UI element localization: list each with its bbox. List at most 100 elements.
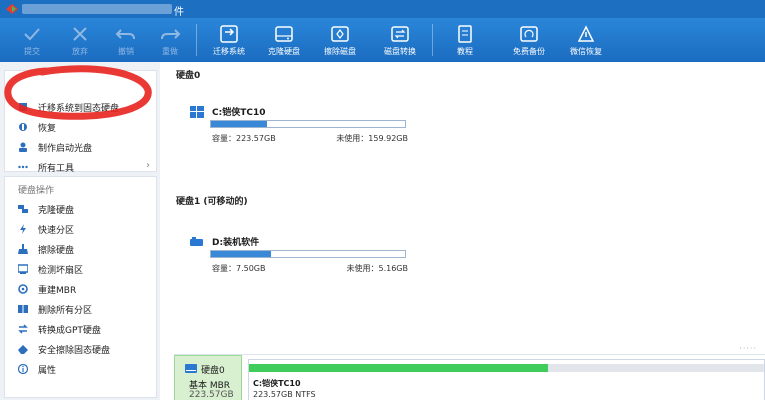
undo-icon <box>115 29 135 40</box>
check-icon <box>24 28 40 41</box>
redo-button[interactable]: 重做 <box>152 18 188 62</box>
windows-icon <box>190 106 204 118</box>
undo-button[interactable]: 撤销 <box>108 18 144 62</box>
bootable-media-icon <box>19 142 27 152</box>
sidebar-item-quick-partition[interactable]: 快速分区 <box>5 219 156 239</box>
clone-disk-button[interactable]: 克隆硬盘 <box>262 18 306 62</box>
sidebar-item-delete-all-partitions[interactable]: 删除所有分区 <box>5 299 156 319</box>
partition-card-d[interactable]: D:装机软件 容量：7.50GB 未使用：5.16GB <box>182 230 408 280</box>
migrate-os-button[interactable]: 迁移系统 <box>206 18 252 62</box>
redo-icon <box>161 29 181 40</box>
sidebar-item-label: 转换成GPT硬盘 <box>38 326 101 336</box>
partition-name: D:装机软件 <box>212 238 260 248</box>
window-title: 件 <box>174 7 184 18</box>
disk-convert-label: 磁盘转换 <box>384 47 416 56</box>
partition-free-space: 未使用：5.16GB <box>346 264 409 273</box>
partition-capacity: 容量：223.57GB <box>212 134 276 143</box>
disk-map-disk-cell[interactable]: 硬盘0 基本 MBR 223.57GB <box>174 355 242 400</box>
sidebar-item-all-tools[interactable]: 所有工具 › <box>5 157 156 174</box>
disk-map-partition-c[interactable]: C:铠侠TC10 223.57GB NTFS <box>248 359 765 400</box>
clone-disk-icon <box>275 26 293 42</box>
sidebar-item-bootable-media[interactable]: 制作启动光盘 <box>5 137 156 157</box>
partition-card-c[interactable]: C:铠侠TC10 容量：223.57GB 未使用：159.92GB <box>182 100 408 150</box>
usage-bar-fill <box>211 251 272 257</box>
sidebar-item-label: 迁移系统到固态硬盘 <box>38 104 120 114</box>
sidebar-item-recover[interactable]: 恢复 <box>5 117 156 137</box>
section-heading: 硬盘操作 <box>18 186 55 196</box>
sidebar-item-rebuild-mbr[interactable]: 重建MBR <box>5 279 156 299</box>
wechat-recovery-label: 微信恢复 <box>570 47 602 56</box>
migrate-os-label: 迁移系统 <box>213 47 245 56</box>
disk-map-usage-fill <box>249 364 548 372</box>
info-icon <box>18 364 28 374</box>
wipe-disk-icon <box>331 26 349 42</box>
sidebar-item-label: 检测坏扇区 <box>38 266 84 276</box>
sidebar-item-label: 重建MBR <box>38 286 77 296</box>
usage-bar-fill <box>211 121 268 127</box>
commit-button[interactable]: 提交 <box>14 18 50 62</box>
disk-convert-button[interactable]: 磁盘转换 <box>378 18 422 62</box>
wipe-disk-button[interactable]: 擦除磁盘 <box>318 18 362 62</box>
sidebar-item-bad-sector[interactable]: 检测坏扇区 <box>5 259 156 279</box>
app-logo-icon <box>6 4 18 14</box>
redo-label: 重做 <box>162 47 178 56</box>
partition-free-space: 未使用：159.92GB <box>336 134 408 143</box>
commit-label: 提交 <box>24 47 40 56</box>
sidebar-item-label: 擦除硬盘 <box>38 246 75 256</box>
usage-bar <box>210 250 406 258</box>
disk-map-usage-bar <box>249 364 764 372</box>
recover-icon <box>19 123 27 131</box>
sidebar-item-label: 快速分区 <box>38 226 75 236</box>
sidebar-item-migrate-os[interactable]: 迁移系统到固态硬盘 <box>5 97 156 117</box>
sidebar-item-clone-disk[interactable]: 克隆硬盘 <box>5 199 156 219</box>
sidebar-item-label: 所有工具 <box>38 164 75 174</box>
sidebar-item-label: 安全擦除固态硬盘 <box>38 346 111 356</box>
splitter-grip[interactable]: ····· <box>739 344 757 353</box>
wechat-recovery-button[interactable]: 微信恢复 <box>566 18 606 62</box>
rebuild-mbr-icon <box>18 284 28 294</box>
partition-capacity: 容量：7.50GB <box>212 264 266 273</box>
migrate-os-icon <box>220 25 238 43</box>
cancel-icon <box>73 27 87 41</box>
tutorial-label: 教程 <box>457 47 473 56</box>
toolbar-separator <box>432 24 433 56</box>
clone-icon <box>18 205 28 213</box>
disk-map-name: 硬盘0 <box>201 366 225 376</box>
disk-title: 硬盘1 (可移动的) <box>176 197 248 207</box>
usb-drive-icon <box>190 237 203 246</box>
sidebar-item-label: 删除所有分区 <box>38 306 93 316</box>
sidebar-item-label: 恢复 <box>38 124 57 134</box>
sidebar-item-label: 属性 <box>38 366 57 376</box>
convert-gpt-icon <box>18 324 28 334</box>
quick-partition-icon <box>20 224 26 234</box>
wizard-panel: 迁移系统到固态硬盘 恢复 制作启动光盘 所有工具 › <box>4 70 157 174</box>
disk-title: 硬盘0 <box>176 71 201 81</box>
redacted-title <box>22 4 172 14</box>
disk-map-size: 223.57GB <box>189 390 234 400</box>
disk-view: 硬盘0 C:铠侠TC10 容量：223.57GB 未使用：159.92GB 硬盘… <box>160 62 765 400</box>
disk-map: 硬盘0 基本 MBR 223.57GB C:铠侠TC10 223.57GB NT… <box>174 354 765 400</box>
sidebar-item-secure-erase-ssd[interactable]: 安全擦除固态硬盘 <box>5 339 156 359</box>
free-backup-icon <box>520 26 538 42</box>
title-bar: 件 <box>0 0 765 18</box>
undo-label: 撤销 <box>118 47 134 56</box>
tutorial-icon <box>458 25 472 43</box>
bad-sector-icon <box>18 264 28 274</box>
disk-operations-panel: 硬盘操作 克隆硬盘 快速分区 擦除硬盘 检测坏扇区 重建MBR 删除所有分区 转… <box>4 176 157 398</box>
discard-label: 放弃 <box>72 47 88 56</box>
migrate-icon <box>19 103 27 111</box>
hard-disk-icon <box>185 364 197 373</box>
sidebar-item-wipe-disk[interactable]: 擦除硬盘 <box>5 239 156 259</box>
sidebar-item-convert-gpt[interactable]: 转换成GPT硬盘 <box>5 319 156 339</box>
free-backup-button[interactable]: 免费备份 <box>504 18 554 62</box>
usage-bar <box>210 120 406 128</box>
disk-convert-icon <box>391 26 409 42</box>
sidebar-item-properties[interactable]: 属性 <box>5 359 156 379</box>
secure-erase-icon <box>18 345 28 354</box>
free-backup-label: 免费备份 <box>513 47 545 56</box>
discard-button[interactable]: 放弃 <box>62 18 98 62</box>
chevron-right-icon: › <box>146 160 150 171</box>
sidebar-item-label: 克隆硬盘 <box>38 206 75 216</box>
tutorial-button[interactable]: 教程 <box>448 18 482 62</box>
sidebar-item-label: 制作启动光盘 <box>38 144 93 154</box>
